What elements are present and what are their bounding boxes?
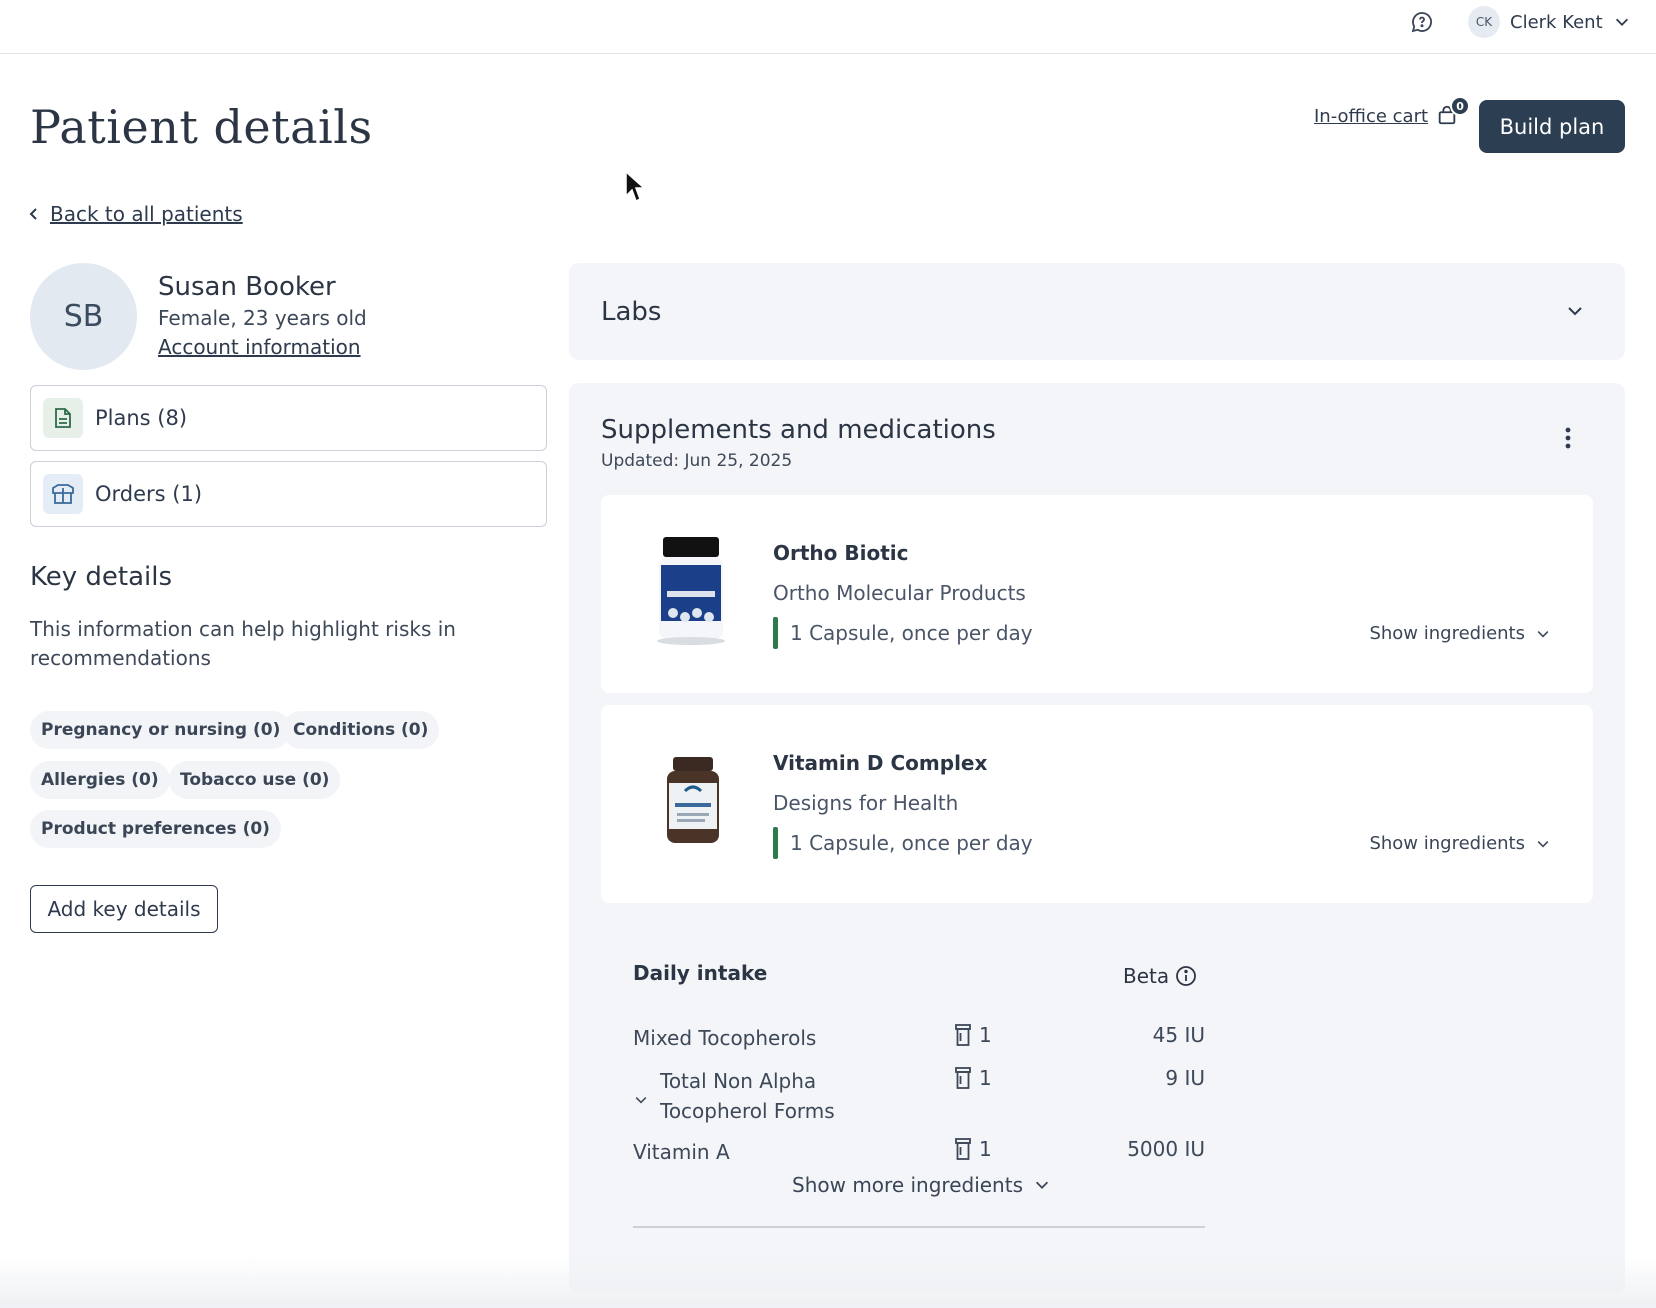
beta-label-group: Beta xyxy=(1123,964,1197,988)
daily-intake-title: Daily intake xyxy=(633,961,768,985)
ingredient-row: Mixed Tocopherols 1 45 IU xyxy=(633,1023,1205,1053)
labs-title: Labs xyxy=(601,297,662,327)
more-options-icon[interactable] xyxy=(1558,425,1578,451)
ingredient-name: Tocopherol Forms xyxy=(660,1099,835,1123)
chevron-down-icon[interactable] xyxy=(633,1092,649,1108)
document-icon xyxy=(43,398,83,438)
chat-icon[interactable] xyxy=(1410,10,1434,34)
vitamin-d-complex-bottle-image xyxy=(667,757,719,843)
orders-label: Orders (1) xyxy=(95,482,203,506)
product-brand: Ortho Molecular Products xyxy=(773,581,1026,605)
product-brand: Designs for Health xyxy=(773,791,959,815)
patient-demographics: Female, 23 years old xyxy=(158,306,367,330)
product-name: Ortho Biotic xyxy=(773,541,909,565)
chevron-down-icon xyxy=(1537,840,1549,848)
patient-name: Susan Booker xyxy=(158,272,336,302)
ingredient-count: 1 xyxy=(955,1066,992,1090)
ingredient-count: 1 xyxy=(955,1137,992,1161)
chip-conditions[interactable]: Conditions (0) xyxy=(282,711,440,749)
ingredient-amount: 5000 IU xyxy=(1127,1137,1205,1161)
plans-card[interactable]: Plans (8) xyxy=(30,385,547,451)
show-ingredients-label: Show ingredients xyxy=(1369,833,1525,854)
page-title: Patient details xyxy=(30,100,373,154)
key-details-description: This information can help highlight risk… xyxy=(30,617,456,670)
add-key-details-button[interactable]: Add key details xyxy=(30,885,218,933)
dosage-indicator xyxy=(773,827,778,859)
build-plan-button[interactable]: Build plan xyxy=(1479,100,1625,153)
labs-panel[interactable]: Labs xyxy=(569,263,1625,360)
user-avatar: CK xyxy=(1468,6,1500,38)
supplements-updated: Updated: Jun 25, 2025 xyxy=(601,451,793,471)
pill-bottle-icon xyxy=(955,1024,971,1046)
chevron-down-icon xyxy=(1568,307,1582,316)
ortho-biotic-bottle-image xyxy=(657,537,725,645)
pill-bottle-icon xyxy=(955,1138,971,1160)
chip-allergies[interactable]: Allergies (0) xyxy=(30,761,170,799)
beta-label: Beta xyxy=(1123,964,1170,988)
mouse-cursor-icon xyxy=(625,170,646,203)
ingredient-count-value: 1 xyxy=(979,1066,992,1090)
in-office-cart[interactable]: In-office cart 0 xyxy=(1314,96,1471,128)
product-card: Vitamin D Complex Designs for Health 1 C… xyxy=(601,705,1593,903)
back-link-label[interactable]: Back to all patients xyxy=(50,202,243,226)
ingredient-count-value: 1 xyxy=(979,1137,992,1161)
chevron-down-icon xyxy=(1537,630,1549,638)
cart-count-badge: 0 xyxy=(1450,96,1471,116)
product-dosage: 1 Capsule, once per day xyxy=(773,617,1033,649)
key-details-title: Key details xyxy=(30,562,173,592)
pill-bottle-icon xyxy=(955,1067,971,1089)
back-link[interactable]: Back to all patients xyxy=(28,202,243,226)
product-dosage: 1 Capsule, once per day xyxy=(773,827,1033,859)
supplements-panel: Supplements and medications Updated: Jun… xyxy=(569,383,1625,1293)
chip-product-preferences[interactable]: Product preferences (0) xyxy=(30,810,281,848)
ingredient-name: Mixed Tocopherols xyxy=(633,1026,817,1050)
user-menu[interactable]: CK Clerk Kent xyxy=(1468,6,1631,38)
top-bar: CK Clerk Kent xyxy=(0,0,1656,54)
ingredient-row-expandable[interactable]: Total Non Alpha Tocopherol Forms 1 9 IU xyxy=(633,1066,1205,1126)
ingredient-name: Vitamin A xyxy=(633,1140,730,1164)
show-more-ingredients-label: Show more ingredients xyxy=(792,1173,1023,1197)
chevron-down-icon xyxy=(1615,18,1628,26)
ingredient-row: Vitamin A 1 5000 IU xyxy=(633,1137,1205,1167)
patient-avatar: SB xyxy=(30,263,137,370)
chevron-down-icon xyxy=(1035,1181,1049,1189)
chip-tobacco[interactable]: Tobacco use (0) xyxy=(169,761,341,799)
ingredient-amount: 45 IU xyxy=(1152,1023,1205,1047)
box-icon xyxy=(43,474,83,514)
ingredient-name: Total Non Alpha xyxy=(660,1069,817,1093)
dosage-indicator xyxy=(773,617,778,649)
chevron-left-icon xyxy=(29,208,37,220)
product-name: Vitamin D Complex xyxy=(773,751,988,775)
user-name: Clerk Kent xyxy=(1510,11,1603,33)
ingredient-amount: 9 IU xyxy=(1165,1066,1205,1090)
bottom-fade xyxy=(0,1255,1656,1308)
product-card: Ortho Biotic Ortho Molecular Products 1 … xyxy=(601,495,1593,693)
show-ingredients-button[interactable]: Show ingredients xyxy=(1369,833,1551,854)
supplements-title: Supplements and medications xyxy=(601,415,996,445)
dosage-text: 1 Capsule, once per day xyxy=(790,621,1033,645)
divider xyxy=(633,1226,1205,1228)
info-icon[interactable] xyxy=(1175,965,1197,987)
ingredient-count: 1 xyxy=(955,1023,992,1047)
dosage-text: 1 Capsule, once per day xyxy=(790,831,1033,855)
account-information-link[interactable]: Account information xyxy=(158,335,361,359)
show-ingredients-label: Show ingredients xyxy=(1369,623,1525,644)
orders-card[interactable]: Orders (1) xyxy=(30,461,547,527)
plans-label: Plans (8) xyxy=(95,406,188,430)
chip-pregnancy[interactable]: Pregnancy or nursing (0) xyxy=(30,711,292,749)
show-more-ingredients-button[interactable]: Show more ingredients xyxy=(792,1173,1051,1197)
cart-link[interactable]: In-office cart xyxy=(1314,106,1428,127)
ingredient-count-value: 1 xyxy=(979,1023,992,1047)
show-ingredients-button[interactable]: Show ingredients xyxy=(1369,623,1551,644)
